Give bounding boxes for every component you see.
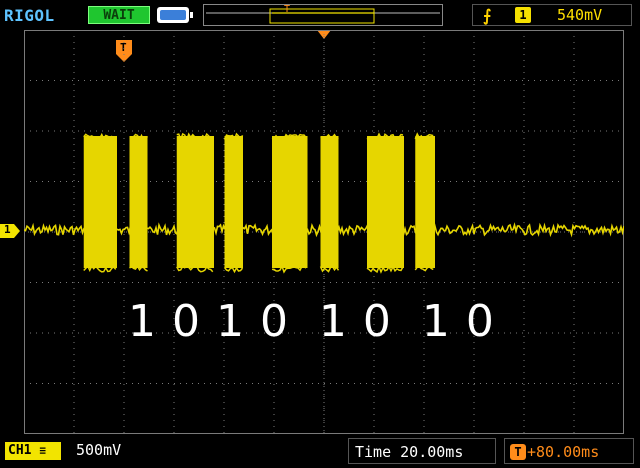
signal-burst-2 <box>129 133 149 272</box>
graticule-and-trace <box>24 30 624 434</box>
top-status-bar: RIGOL WAIT T ⨍ 1 540mV <box>0 0 640 30</box>
signal-burst-4 <box>223 132 244 274</box>
memory-waveform-overview: T <box>206 5 440 24</box>
signal-burst-6 <box>319 133 340 273</box>
memory-depth-indicator[interactable]: T <box>203 4 443 26</box>
signal-burst-1 <box>83 132 117 273</box>
timebase-setting[interactable]: Time 20.00ms <box>348 438 496 464</box>
waveform-display[interactable] <box>24 30 624 434</box>
trigger-offset-icon: T <box>510 444 526 460</box>
svg-text:T: T <box>284 5 290 15</box>
timebase-label: Time 20.00ms <box>355 443 464 461</box>
signal-burst-7 <box>366 132 404 274</box>
ch1-offset-marker-label: 1 <box>4 223 11 236</box>
decoded-bits-label: 1 0 1 0 1 0 1 0 <box>128 296 495 347</box>
channel-1-tag[interactable]: CH1 ≡ <box>5 442 61 460</box>
signal-burst-3 <box>176 132 214 273</box>
run-status-badge[interactable]: WAIT <box>88 6 150 24</box>
battery-icon <box>157 7 193 23</box>
signal-burst-5 <box>271 133 308 274</box>
ch1-offset-marker[interactable]: 1 <box>0 223 20 238</box>
rising-edge-icon: ⨍ <box>483 6 492 25</box>
trigger-settings[interactable]: ⨍ 1 540mV <box>472 4 632 26</box>
coupling-icon: ≡ <box>39 444 46 457</box>
brand-logo: RIGOL <box>4 6 55 25</box>
trigger-level: 540mV <box>557 6 603 24</box>
bottom-status-bar: CH1 ≡ 500mV Time 20.00ms T +80.00ms <box>0 434 640 468</box>
signal-burst-8 <box>414 132 435 272</box>
trigger-offset-setting[interactable]: T +80.00ms <box>504 438 634 464</box>
trigger-offset-value: +80.00ms <box>527 443 600 461</box>
trigger-channel-badge: 1 <box>515 7 531 23</box>
channel-1-scale[interactable]: 500mV <box>76 441 121 459</box>
channel-1-tag-label: CH1 <box>8 443 32 458</box>
